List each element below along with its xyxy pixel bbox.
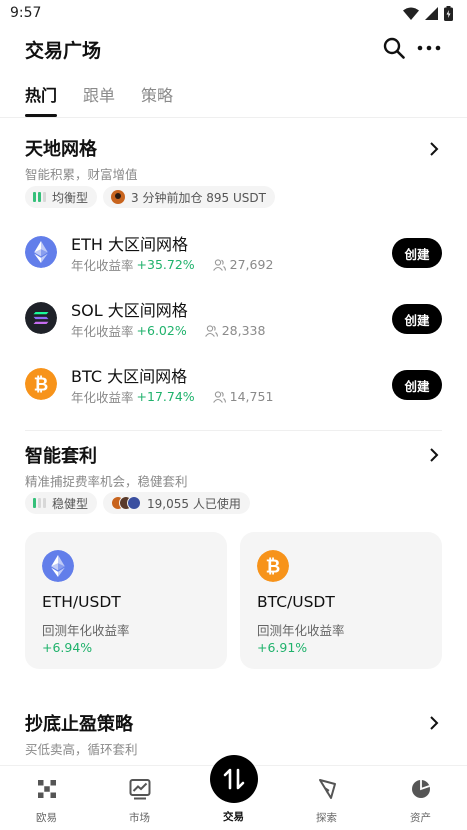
user-avatars-icon (111, 496, 142, 510)
btc-icon: ₿ (25, 368, 57, 400)
sol-icon (25, 302, 57, 334)
grid-section-chips: 均衡型 3 分钟前加仓 895 USDT (25, 186, 275, 208)
apy-value: +35.72% (136, 257, 195, 272)
tabbar-label: 探索 (316, 812, 337, 824)
users-count: 28,338 (204, 323, 266, 338)
tabbar-label: 欧易 (36, 812, 57, 824)
grid-row-btc[interactable]: ₿ BTC 大区间网格 年化收益率 +17.74% 14,751 创建 (25, 360, 442, 414)
pie-chart-icon (412, 780, 430, 798)
user-avatar-icon (111, 190, 126, 204)
compass-icon (319, 779, 336, 799)
row-name: BTC 大区间网格 (71, 367, 188, 386)
apy-label: 年化收益率 (71, 324, 134, 339)
dip-section-chevron-right-icon[interactable] (427, 716, 441, 730)
eth-icon (25, 236, 57, 268)
svg-text:₿: ₿ (266, 557, 281, 578)
apy-value: +17.74% (136, 389, 195, 404)
arb-label: 回测年化收益率 (257, 623, 345, 638)
arb-section-title[interactable]: 智能套利 (25, 442, 97, 468)
activity-text: 3 分钟前加仓 895 USDT (131, 190, 266, 205)
grid-section-chevron-right-icon[interactable] (427, 142, 441, 156)
trade-button[interactable] (210, 755, 258, 803)
apy-value: +6.02% (136, 323, 187, 338)
dip-section-title[interactable]: 抄底止盈策略 (25, 710, 133, 736)
arb-pair: BTC/USDT (257, 593, 335, 611)
apy-label: 年化收益率 (71, 258, 134, 273)
users-icon (212, 390, 226, 403)
arb-section-chips: 稳健型 19,055 人已使用 (25, 492, 250, 514)
users-icon (204, 324, 218, 337)
grid-row-eth[interactable]: ETH 大区间网格 年化收益率 +35.72% 27,692 创建 (25, 228, 442, 282)
svg-text:₿: ₿ (34, 375, 49, 396)
dip-section-subtitle: 买低卖高，循环套利 (25, 742, 138, 757)
tabbar-item-market[interactable]: 市场 (93, 766, 186, 830)
risk-chip: 均衡型 (25, 186, 98, 208)
chart-icon (129, 779, 151, 800)
tabbar-item-okx[interactable]: 欧易 (0, 766, 93, 830)
btc-icon: ₿ (257, 550, 289, 582)
tabs-divider (0, 117, 467, 118)
row-name: ETH 大区间网格 (71, 235, 189, 254)
tab-hot[interactable]: 热门 (25, 82, 58, 117)
more-icon[interactable] (417, 37, 441, 59)
tabbar-item-explore[interactable]: 探索 (280, 766, 373, 830)
page-title: 交易广场 (25, 40, 102, 62)
status-time: 9:57 (10, 5, 42, 21)
usage-chip: 19,055 人已使用 (103, 492, 250, 514)
okx-logo-icon (38, 780, 56, 798)
arb-value: +6.94% (42, 640, 93, 655)
users-icon (212, 258, 226, 271)
grid-section-subtitle: 智能积累，财富增值 (25, 167, 138, 182)
row-meta: 年化收益率 +17.74% 14,751 (71, 387, 273, 406)
top-tabs: 热门 跟单 策略 (25, 82, 173, 117)
apy-label: 年化收益率 (71, 390, 134, 405)
grid-row-sol[interactable]: SOL 大区间网格 年化收益率 +6.02% 28,338 创建 (25, 294, 442, 348)
create-button[interactable]: 创建 (392, 304, 442, 334)
tabbar-label-trade[interactable]: 交易 (187, 809, 280, 824)
header: 交易广场 (0, 34, 467, 64)
row-meta: 年化收益率 +6.02% 28,338 (71, 321, 265, 340)
arb-value: +6.91% (257, 640, 308, 655)
risk-label: 稳健型 (52, 496, 89, 511)
users-count: 14,751 (212, 389, 274, 404)
usage-text: 19,055 人已使用 (147, 496, 241, 511)
arb-card-btc[interactable]: ₿ BTC/USDT 回测年化收益率 +6.91% (240, 532, 442, 669)
tab-strategy[interactable]: 策略 (141, 82, 173, 116)
users-value: 27,692 (229, 257, 274, 272)
risk-level-icon (33, 498, 46, 508)
tabbar-item-assets[interactable]: 资产 (374, 766, 467, 830)
signal-icon (425, 7, 438, 20)
risk-chip: 稳健型 (25, 492, 98, 514)
trade-arrows-icon (223, 768, 245, 790)
users-value: 14,751 (229, 389, 274, 404)
battery-icon (444, 6, 453, 21)
row-name: SOL 大区间网格 (71, 301, 188, 320)
users-value: 28,338 (221, 323, 266, 338)
arb-section-subtitle: 精准捕捉费率机会，稳健套利 (25, 474, 188, 489)
wifi-icon (403, 7, 419, 20)
arb-label: 回测年化收益率 (42, 623, 130, 638)
users-count: 27,692 (212, 257, 274, 272)
arb-pair: ETH/USDT (42, 593, 121, 611)
row-meta: 年化收益率 +35.72% 27,692 (71, 255, 273, 274)
create-button[interactable]: 创建 (392, 238, 442, 268)
risk-level-icon (33, 192, 46, 202)
risk-label: 均衡型 (52, 190, 89, 205)
grid-section-title[interactable]: 天地网格 (25, 135, 97, 161)
status-icons (403, 6, 453, 21)
tabbar-label: 市场 (129, 812, 150, 824)
eth-icon (42, 550, 74, 582)
search-icon[interactable] (383, 37, 405, 59)
tab-copy-trading[interactable]: 跟单 (83, 82, 115, 116)
status-bar: 9:57 (0, 0, 467, 28)
arb-card-eth[interactable]: ETH/USDT 回测年化收益率 +6.94% (25, 532, 227, 669)
arb-section-chevron-right-icon[interactable] (427, 448, 441, 462)
tabbar-label: 资产 (410, 812, 431, 824)
activity-chip: 3 分钟前加仓 895 USDT (103, 186, 275, 208)
section-divider (25, 430, 442, 431)
create-button[interactable]: 创建 (392, 370, 442, 400)
